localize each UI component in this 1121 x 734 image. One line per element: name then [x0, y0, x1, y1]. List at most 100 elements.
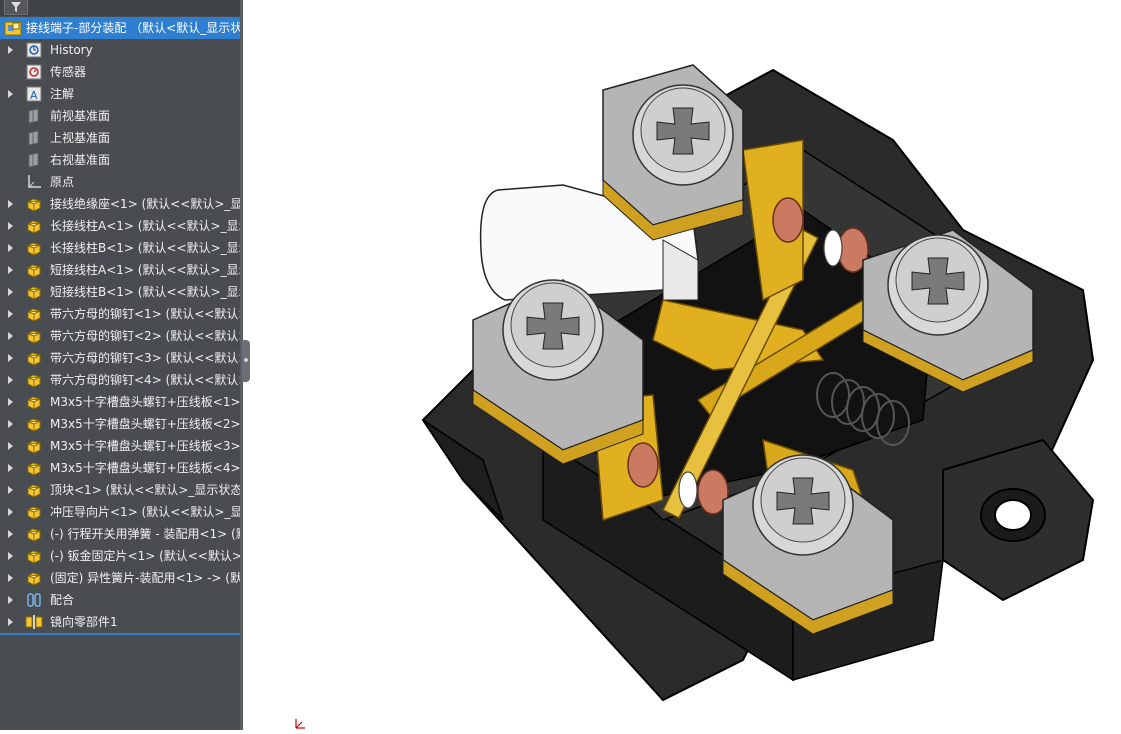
tree-item[interactable]: 传感器	[0, 61, 243, 83]
feature-manager-tree: 接线端子-部分装配 （默认<默认_显示状态-1>） History 传感器 A 注解前…	[0, 0, 243, 730]
tree-item-label: 接线绝缘座<1> (默认<<默认>_显示状态 1>)	[50, 197, 243, 211]
expand-arrow-icon[interactable]	[8, 552, 13, 560]
part-icon	[25, 328, 43, 344]
expand-arrow-icon[interactable]	[8, 222, 13, 230]
tree-item[interactable]: 带六方母的铆钉<3> (默认<<默认>_显示状态 1>)	[0, 347, 243, 369]
tree-item-label: 短接线柱A<1> (默认<<默认>_显示状态 1>)	[50, 263, 243, 277]
part-icon	[25, 306, 43, 322]
history-icon	[25, 42, 43, 58]
tree-toolbar	[0, 0, 243, 16]
expand-arrow-icon[interactable]	[8, 574, 13, 582]
tree-item[interactable]: 带六方母的铆钉<1> (默认<<默认>_显示状态 1>)	[0, 303, 243, 325]
tree-item[interactable]: (固定) 异性簧片-装配用<1> -> (默认)	[0, 567, 243, 589]
part-icon	[25, 394, 43, 410]
part-icon	[25, 350, 43, 366]
part-icon	[25, 504, 43, 520]
assembly-icon	[4, 20, 22, 39]
expand-arrow-icon[interactable]	[8, 442, 13, 450]
tree-item[interactable]: 右视基准面	[0, 149, 243, 171]
tree-item[interactable]: 长接线柱A<1> (默认<<默认>_显示状态 1>)	[0, 215, 243, 237]
expand-arrow-icon[interactable]	[8, 420, 13, 428]
tree-item[interactable]: M3x5十字槽盘头螺钉+压线板<3>	[0, 435, 243, 457]
part-icon	[25, 526, 43, 542]
tree-item[interactable]: (-) 行程开关用弹簧 - 装配用<1> (默认)	[0, 523, 243, 545]
expand-arrow-icon[interactable]	[8, 398, 13, 406]
tree-item-label: 镜向零部件1	[50, 615, 118, 629]
tree-item[interactable]: 短接线柱B<1> (默认<<默认>_显示状态 1>)	[0, 281, 243, 303]
mirror-component-icon	[25, 614, 43, 630]
expand-arrow-icon[interactable]	[8, 288, 13, 296]
tree-item-label: 短接线柱B<1> (默认<<默认>_显示状态 1>)	[50, 285, 243, 299]
tree-item-label: M3x5十字槽盘头螺钉+压线板<1>	[50, 395, 241, 409]
tree-item[interactable]: 顶块<1> (默认<<默认>_显示状态 1>)	[0, 479, 243, 501]
graphics-area[interactable]	[243, 0, 1121, 730]
tree-item-label: M3x5十字槽盘头螺钉+压线板<3>	[50, 439, 241, 453]
tree-item[interactable]: History	[0, 39, 243, 61]
expand-arrow-icon[interactable]	[8, 530, 13, 538]
tree-item[interactable]: 冲压导向片<1> (默认<<默认>_显示状态 1>)	[0, 501, 243, 523]
tree-item-label: 顶块<1> (默认<<默认>_显示状态 1>)	[50, 483, 243, 497]
annotation-icon: A	[25, 86, 43, 102]
expand-arrow-icon[interactable]	[8, 618, 13, 626]
tree-item-label: History	[50, 43, 93, 57]
assembly-root-label: 接线端子-部分装配 （默认<默认_显示状态-1>）	[26, 21, 243, 35]
tree-item[interactable]: 原点	[0, 171, 243, 193]
plane-icon	[25, 152, 43, 168]
expand-arrow-icon[interactable]	[8, 508, 13, 516]
terminal-block-3d-model[interactable]	[243, 0, 1121, 730]
tree-item[interactable]: 短接线柱A<1> (默认<<默认>_显示状态 1>)	[0, 259, 243, 281]
tree-item-label: M3x5十字槽盘头螺钉+压线板<4>	[50, 461, 241, 475]
tree-item[interactable]: (-) 钣金固定片<1> (默认<<默认>_显示状态 1>)	[0, 545, 243, 567]
filter-button[interactable]	[4, 0, 28, 15]
svg-text:A: A	[30, 89, 38, 102]
part-icon	[25, 460, 43, 476]
tree-item-label: M3x5十字槽盘头螺钉+压线板<2>	[50, 417, 241, 431]
expand-arrow-icon[interactable]	[8, 486, 13, 494]
expand-arrow-icon[interactable]	[8, 596, 13, 604]
origin-icon	[25, 174, 43, 190]
tree-item[interactable]: M3x5十字槽盘头螺钉+压线板<4>	[0, 457, 243, 479]
tree-item-label: 带六方母的铆钉<2> (默认<<默认>_显示状态 1>)	[50, 329, 243, 343]
part-icon	[25, 548, 43, 564]
expand-arrow-icon[interactable]	[8, 244, 13, 252]
tree-item-label: 前视基准面	[50, 109, 111, 123]
tree-item-label: 长接线柱A<1> (默认<<默认>_显示状态 1>)	[50, 219, 243, 233]
expand-arrow-icon[interactable]	[8, 332, 13, 340]
tree-end-divider	[0, 633, 240, 635]
tree-item-label: 上视基准面	[50, 131, 111, 145]
expand-arrow-icon[interactable]	[8, 90, 13, 98]
tree-item[interactable]: 前视基准面	[0, 105, 243, 127]
tree-item-label: (固定) 异性簧片-装配用<1> -> (默认)	[50, 571, 243, 585]
part-icon	[25, 416, 43, 432]
tree-item-label: 冲压导向片<1> (默认<<默认>_显示状态 1>)	[50, 505, 243, 519]
tree-item[interactable]: 镜向零部件1	[0, 611, 243, 633]
tree-item[interactable]: 长接线柱B<1> (默认<<默认>_显示状态 1>)	[0, 237, 243, 259]
tree-item-label: (-) 钣金固定片<1> (默认<<默认>_显示状态 1>)	[50, 549, 243, 563]
tree-item[interactable]: 配合	[0, 589, 243, 611]
part-icon	[25, 372, 43, 388]
tree-item[interactable]: 上视基准面	[0, 127, 243, 149]
expand-arrow-icon[interactable]	[8, 200, 13, 208]
tree-item[interactable]: M3x5十字槽盘头螺钉+压线板<1>	[0, 391, 243, 413]
expand-arrow-icon[interactable]	[8, 464, 13, 472]
tree-item-label: 注解	[50, 87, 75, 101]
tree-item-label: 传感器	[50, 65, 87, 79]
expand-arrow-icon[interactable]	[8, 266, 13, 274]
plane-icon	[25, 130, 43, 146]
part-icon	[25, 240, 43, 256]
expand-arrow-icon[interactable]	[8, 354, 13, 362]
tree-item[interactable]: M3x5十字槽盘头螺钉+压线板<2>	[0, 413, 243, 435]
tree-item-label: 原点	[50, 175, 75, 189]
tree-item[interactable]: 接线绝缘座<1> (默认<<默认>_显示状态 1>)	[0, 193, 243, 215]
tree-item[interactable]: 带六方母的铆钉<4> (默认<<默认>_显示状态 1>)	[0, 369, 243, 391]
expand-arrow-icon[interactable]	[8, 310, 13, 318]
part-icon	[25, 570, 43, 586]
part-icon	[25, 438, 43, 454]
tree-item[interactable]: 带六方母的铆钉<2> (默认<<默认>_显示状态 1>)	[0, 325, 243, 347]
expand-arrow-icon[interactable]	[8, 46, 13, 54]
part-icon	[25, 262, 43, 278]
tree-item[interactable]: A 注解	[0, 83, 243, 105]
expand-arrow-icon[interactable]	[8, 376, 13, 384]
assembly-root-node[interactable]: 接线端子-部分装配 （默认<默认_显示状态-1>）	[0, 17, 243, 39]
tree-item-label: 配合	[50, 593, 75, 607]
